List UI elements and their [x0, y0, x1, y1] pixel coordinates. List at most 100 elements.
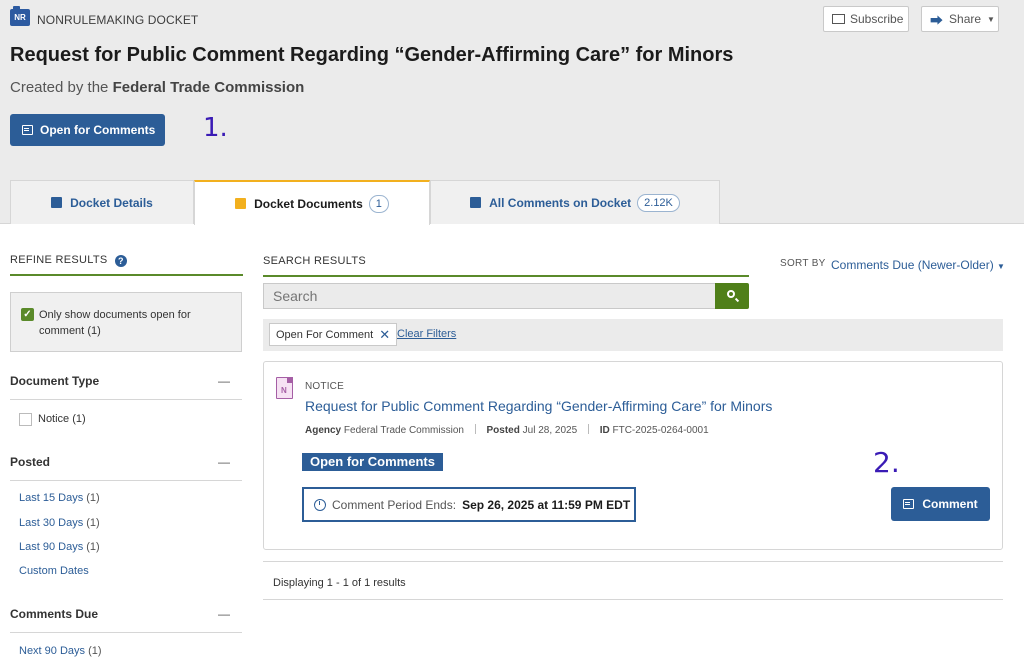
search-results-heading: SEARCH RESULTS [263, 255, 749, 277]
clock-icon [314, 498, 326, 511]
docket-header: NR NONRULEMAKING DOCKET Request for Publ… [0, 0, 1024, 180]
filter-count: (1) [87, 325, 101, 337]
comment-button-label: Comment [922, 497, 978, 511]
filter-link[interactable]: Last 30 Days [19, 517, 83, 529]
notice-checkbox[interactable] [19, 413, 32, 426]
share-icon: ⮕ [930, 12, 944, 28]
tab-label: All Comments on Docket [489, 195, 632, 210]
tab-docket-documents[interactable]: Docket Documents 1 [194, 180, 430, 225]
sort-select[interactable]: Comments Due (Newer-Older) ▼ [831, 258, 1005, 272]
filter-count: (1) [88, 645, 102, 657]
filter-count: (1) [72, 413, 86, 425]
collapse-icon[interactable]: — [218, 607, 230, 621]
chevron-down-icon: ▼ [997, 262, 1005, 271]
filter-link[interactable]: Custom Dates [19, 565, 89, 577]
posted-last-15-days[interactable]: Last 15 Days (1) [19, 492, 100, 504]
comment-icon [22, 125, 33, 135]
open-comment-filter[interactable]: ✓ Only show documents open for comment (… [10, 292, 242, 352]
clear-filters-link[interactable]: Clear Filters [397, 328, 456, 340]
search-button[interactable] [715, 283, 749, 309]
annotation-1: 1. [203, 113, 228, 143]
filter-chip-open-for-comment[interactable]: Open For Comment ✕ [269, 323, 398, 346]
comment-button[interactable]: Comment [891, 487, 990, 521]
divider [474, 424, 476, 434]
comments-due-next-90-days[interactable]: Next 90 Days (1) [19, 645, 102, 657]
created-prefix: Created by the [10, 79, 109, 96]
filter-chip-label: Open For Comment [276, 328, 374, 341]
filter-count: (1) [86, 541, 100, 553]
document-icon [235, 198, 247, 209]
envelope-icon [832, 14, 845, 24]
meta-label: Agency [305, 425, 342, 436]
tab-all-comments[interactable]: All Comments on Docket 2.12K [430, 180, 720, 224]
docket-tabs: Docket Details Docket Documents 1 All Co… [0, 180, 1024, 225]
tab-docket-details[interactable]: Docket Details [10, 180, 194, 224]
status-badge: Open for Comments [302, 453, 443, 471]
notice-document-icon: N [276, 377, 293, 399]
tab-count-badge: 1 [368, 194, 389, 213]
filter-count: (1) [86, 492, 100, 504]
folder-icon [51, 197, 63, 208]
subscribe-button[interactable]: Subscribe [823, 6, 909, 32]
subscribe-label: Subscribe [850, 12, 904, 26]
annotation-2: 2. [873, 446, 900, 479]
tab-label: Docket Documents [254, 196, 363, 211]
section-title: Document Type [10, 374, 100, 388]
close-icon[interactable]: ✕ [379, 327, 390, 343]
docket-type-label: NONRULEMAKING DOCKET [37, 13, 199, 27]
divider [587, 424, 589, 434]
search-input[interactable] [263, 283, 716, 309]
posted-last-30-days[interactable]: Last 30 Days (1) [19, 517, 100, 529]
open-comment-filter-label: Only show documents open for comment (1) [39, 307, 231, 339]
sort-value: Comments Due (Newer-Older) [831, 258, 994, 272]
filter-count: (1) [86, 517, 100, 529]
checkbox-checked-icon[interactable]: ✓ [21, 308, 34, 321]
collapse-icon[interactable]: — [218, 455, 230, 469]
meta-agency: Federal Trade Commission [343, 425, 464, 436]
collapse-icon[interactable]: — [218, 374, 230, 388]
document-title-link[interactable]: Request for Public Comment Regarding “Ge… [305, 398, 772, 414]
tab-label: Docket Details [70, 195, 153, 210]
page-title: Request for Public Comment Regarding “Ge… [10, 44, 734, 66]
section-title: Comments Due [10, 607, 99, 621]
chevron-down-icon: ▼ [987, 14, 995, 24]
meta-id: FTC-2025-0264-0001 [612, 425, 709, 436]
meta-posted: Jul 28, 2025 [522, 425, 578, 436]
share-label: Share [949, 12, 982, 26]
results-count: Displaying 1 - 1 of 1 results [263, 561, 1003, 600]
refine-results-label: REFINE RESULTS [10, 254, 108, 266]
created-by: Created by the Federal Trade Commission [10, 79, 304, 96]
comment-period: Comment Period Ends: Sep 26, 2025 at 11:… [302, 487, 636, 522]
help-icon[interactable]: ? [114, 255, 127, 267]
document-meta: Agency Federal Trade Commission Posted J… [305, 424, 709, 436]
nr-folder-icon: NR [10, 6, 30, 26]
comment-period-value: Sep 26, 2025 at 11:59 PM EDT [462, 497, 631, 512]
search-icon [727, 290, 735, 298]
open-for-comments-label: Open for Comments [40, 123, 156, 137]
comment-icon [903, 499, 915, 509]
filter-link[interactable]: Next 90 Days [19, 645, 85, 657]
meta-label: ID [599, 425, 610, 436]
filter-label-text: Notice [38, 413, 70, 425]
filter-link[interactable]: Last 90 Days [19, 541, 83, 553]
refine-results-heading: REFINE RESULTS ? [10, 254, 243, 276]
tab-count-badge: 2.12K [637, 193, 680, 212]
filter-label-text: Only show documents open for comment [39, 309, 191, 337]
share-button[interactable]: ⮕ Share ▼ [921, 6, 999, 32]
filter-link[interactable]: Last 15 Days [19, 492, 83, 504]
posted-custom-dates[interactable]: Custom Dates [19, 565, 89, 577]
notice-filter-label[interactable]: Notice (1) [38, 413, 86, 425]
notice-icon-letter: N [281, 386, 287, 395]
comment-period-label: Comment Period Ends: [332, 497, 457, 512]
document-icon [470, 197, 482, 208]
comments-due-heading[interactable]: Comments Due — [10, 607, 242, 633]
sort-by-label: SORT BY [780, 258, 826, 269]
document-type: NOTICE [305, 381, 344, 392]
active-filters-bar: Open For Comment ✕ Clear Filters [263, 319, 1003, 351]
agency-name: Federal Trade Commission [112, 79, 305, 96]
section-title: Posted [10, 455, 51, 469]
open-for-comments-button[interactable]: Open for Comments [10, 114, 165, 146]
document-type-heading[interactable]: Document Type — [10, 374, 242, 400]
posted-last-90-days[interactable]: Last 90 Days (1) [19, 541, 100, 553]
posted-heading[interactable]: Posted — [10, 455, 242, 481]
